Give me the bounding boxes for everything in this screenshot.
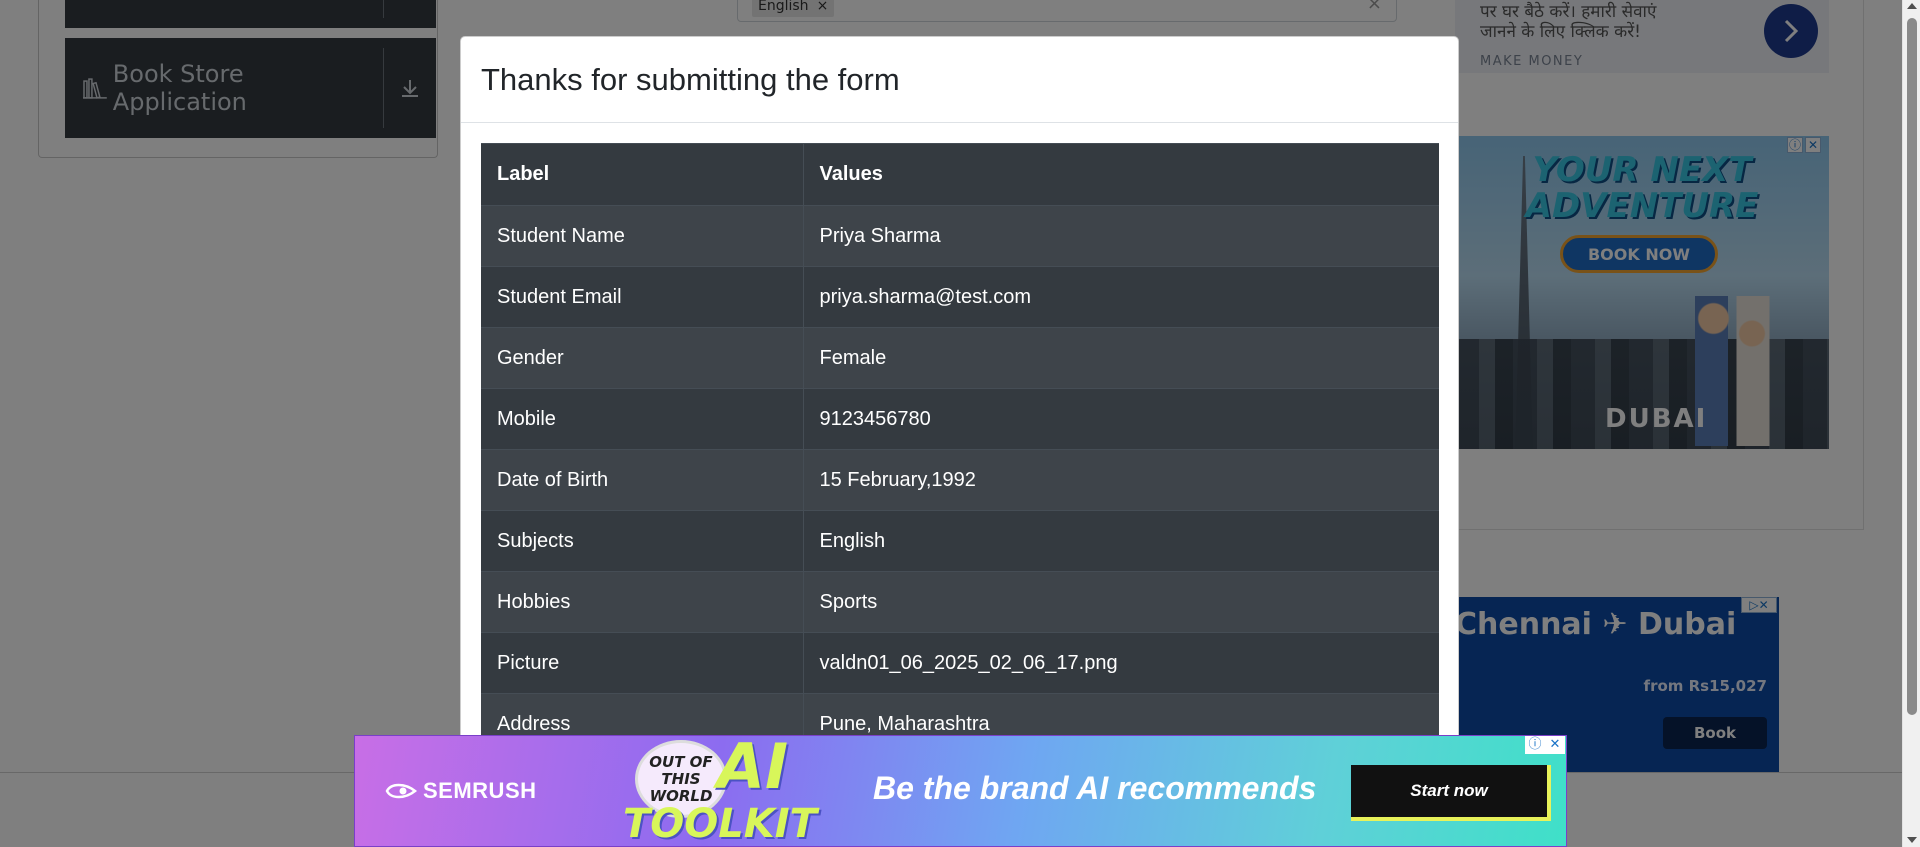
ad-info-icon[interactable]: ⓘ (1525, 736, 1545, 754)
row-value: priya.sharma@test.com (803, 266, 1439, 328)
scroll-up-arrow-icon[interactable] (1907, 3, 1917, 9)
table-header-row: Label Values (481, 143, 1439, 206)
row-value: English (803, 510, 1439, 572)
table-row: Gender Female (481, 327, 1439, 389)
modal-header: Thanks for submitting the form (461, 37, 1458, 123)
scrollbar-thumb[interactable] (1907, 18, 1917, 715)
submission-modal: Thanks for submitting the form Label Val… (460, 36, 1459, 847)
page-scrollbar[interactable] (1902, 0, 1920, 847)
ad-toolkit-text: TOOLKIT (623, 801, 817, 847)
column-header-label: Label (481, 143, 804, 206)
row-value: valdn01_06_2025_02_06_17.png (803, 632, 1439, 694)
row-label: Mobile (481, 388, 804, 450)
table-row: Mobile 9123456780 (481, 388, 1439, 450)
row-label: Hobbies (481, 571, 804, 633)
ad-tagline: Be the brand AI recommends (873, 770, 1317, 806)
modal-title: Thanks for submitting the form (481, 61, 900, 97)
semrush-flame-icon (385, 783, 417, 799)
ad-ai-text: AI (717, 735, 789, 803)
table-row: Student Name Priya Sharma (481, 205, 1439, 267)
row-value: Priya Sharma (803, 205, 1439, 267)
row-value: 9123456780 (803, 388, 1439, 450)
row-label: Picture (481, 632, 804, 694)
start-now-button[interactable]: Start now (1351, 765, 1551, 821)
table-row: Subjects English (481, 510, 1439, 572)
ad-close-icon[interactable]: ✕ (1545, 736, 1565, 754)
row-label: Date of Birth (481, 449, 804, 511)
table-row: Date of Birth 15 February,1992 (481, 449, 1439, 511)
row-label: Student Email (481, 266, 804, 328)
row-label: Student Name (481, 205, 804, 267)
table-row: Student Email priya.sharma@test.com (481, 266, 1439, 328)
semrush-logo: SEMRUSH (385, 778, 537, 804)
ad-semrush-banner[interactable]: SEMRUSH OUT OF THIS WORLD AI TOOLKIT Be … (354, 735, 1567, 847)
row-value: 15 February,1992 (803, 449, 1439, 511)
table-row: Picture valdn01_06_2025_02_06_17.png (481, 632, 1439, 694)
results-table-wrap: Label Values Student Name Priya Sharma Stu… (481, 143, 1439, 755)
row-value: Female (803, 327, 1439, 389)
row-label: Gender (481, 327, 804, 389)
semrush-brand: SEMRUSH (423, 778, 537, 803)
column-header-values: Values (803, 143, 1439, 206)
results-table: Label Values Student Name Priya Sharma Stu… (481, 143, 1439, 755)
scroll-down-arrow-icon[interactable] (1907, 837, 1917, 843)
row-value: Sports (803, 571, 1439, 633)
row-label: Subjects (481, 510, 804, 572)
table-row: Hobbies Sports (481, 571, 1439, 633)
results-table-body: Student Name Priya Sharma Student Email pri… (481, 205, 1439, 755)
